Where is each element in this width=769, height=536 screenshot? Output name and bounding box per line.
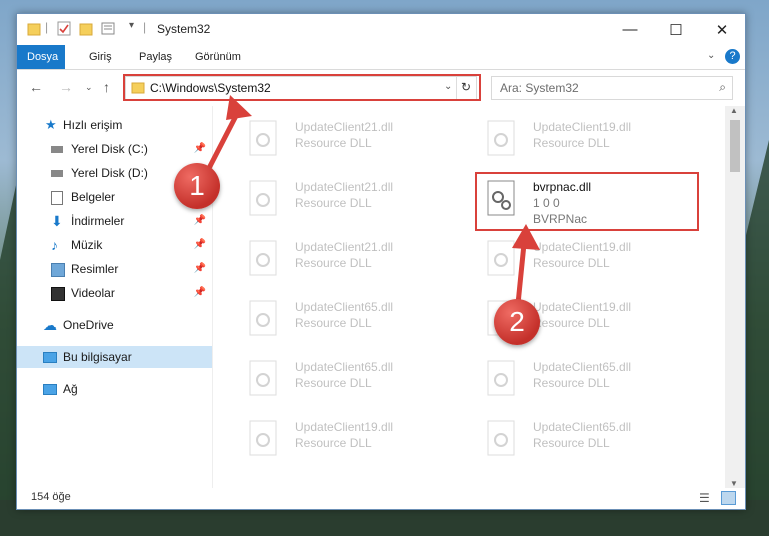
annotation-arrows — [203, 95, 540, 305]
step-badge-2: 2 — [494, 299, 540, 345]
step-badge-1: 1 — [174, 163, 220, 209]
